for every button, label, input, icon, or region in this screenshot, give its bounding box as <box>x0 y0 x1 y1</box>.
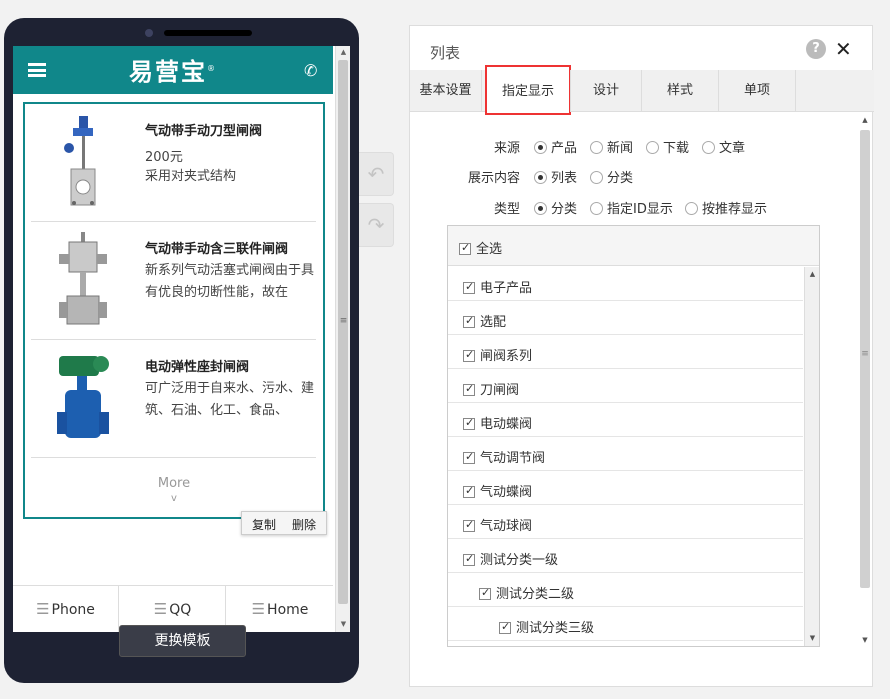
chevron-down-icon[interactable]: v <box>25 493 323 504</box>
close-icon[interactable]: ✕ <box>835 37 852 61</box>
scrollbar-thumb[interactable] <box>338 60 348 604</box>
radio-type-specified-id[interactable]: 指定ID显示 <box>590 198 673 217</box>
tab-design[interactable]: 设计 <box>570 70 642 112</box>
category-item[interactable]: 电子产品 <box>448 267 803 301</box>
category-header: 全选 <box>448 226 819 266</box>
tab-specified-display[interactable]: 指定显示 <box>485 65 571 115</box>
checkbox[interactable] <box>463 450 475 464</box>
delete-button[interactable]: 删除 <box>292 516 316 533</box>
radio-source-article[interactable]: 文章 <box>702 137 745 156</box>
category-item[interactable]: 测试分类二级 <box>448 573 803 607</box>
list-settings-dialog: 列表 ? ✕ 基本设置 指定显示 设计 样式 单项 来源 产品 新闻 下载 文章… <box>409 25 874 687</box>
category-item[interactable]: 测试分类一级 <box>448 539 803 573</box>
radio-source-product[interactable]: 产品 <box>534 137 577 156</box>
product-name[interactable]: 气动带手动含三联件闸阀 <box>145 238 288 257</box>
phone-call-icon[interactable]: ✆ <box>304 61 317 80</box>
checkbox[interactable] <box>463 416 475 430</box>
tab-basic-settings[interactable]: 基本设置 <box>410 70 482 112</box>
product-description: 新系列气动活塞式闸阀由于具有优良的切断性能，故在 <box>145 263 315 300</box>
product-description: 可广泛用于自来水、污水、建筑、石油、化工、食品、 <box>145 381 315 418</box>
copy-button[interactable]: 复制 <box>252 516 276 533</box>
product-item[interactable]: 气动带手动含三联件闸阀 新系列气动活塞式闸阀由于具有优良的切断性能，故在 <box>31 222 316 340</box>
more-link[interactable]: More <box>25 476 323 491</box>
scrollbar-thumb[interactable] <box>860 130 870 588</box>
scroll-up-arrow-icon[interactable]: ▲ <box>805 270 820 278</box>
category-item[interactable]: 选配 <box>448 301 803 335</box>
electric-gate-valve-image <box>57 356 109 438</box>
checkbox[interactable] <box>479 586 491 600</box>
category-scrollbar[interactable]: ▲ ▼ <box>804 267 819 646</box>
category-item[interactable]: 气动球阀 <box>448 505 803 539</box>
category-item[interactable]: 气动蝶阀 <box>448 471 803 505</box>
radio-content-category[interactable]: 分类 <box>590 167 633 186</box>
product-list-module[interactable]: 气动带手动刀型闸阀 200元 采用对夹式结构 气动带手动含三联件闸阀 新系列气动… <box>23 102 325 519</box>
product-name[interactable]: 电动弹性座封闸阀 <box>145 356 249 375</box>
category-item[interactable]: 电动蝶阀 <box>448 403 803 437</box>
grip-icon: ≡ <box>861 349 869 359</box>
dialog-title: 列表 <box>430 44 461 62</box>
app-logo: 易营宝® <box>129 58 217 86</box>
radio-source-download[interactable]: 下载 <box>646 137 689 156</box>
redo-icon: ↷ <box>367 213 385 237</box>
select-all-checkbox[interactable]: 全选 <box>459 238 502 257</box>
category-select-box: 全选 电子产品 选配 闸阀系列 刀闸阀 电动蝶阀 气动调节阀 气动蝶阀 气动球阀… <box>447 225 820 647</box>
radio-source-news[interactable]: 新闻 <box>590 137 633 156</box>
checkbox[interactable] <box>499 620 511 634</box>
scroll-up-arrow-icon[interactable]: ▲ <box>336 48 350 56</box>
category-item[interactable]: 刀闸阀 <box>448 369 803 403</box>
radio-content-list[interactable]: 列表 <box>534 167 577 186</box>
phone-preview: 易营宝® ✆ 气动带手动刀型闸阀 200元 采用对夹式结构 气动带手动含三联件闸… <box>4 18 359 683</box>
product-price: 200元 <box>145 150 183 165</box>
tab-style[interactable]: 样式 <box>642 70 719 112</box>
menu-lines-icon: ☰ <box>251 600 266 618</box>
settings-tabs: 基本设置 指定显示 设计 样式 单项 <box>410 65 874 115</box>
redo-button[interactable]: ↷ <box>359 203 394 247</box>
product-name[interactable]: 气动带手动刀型闸阀 <box>145 120 262 139</box>
category-item[interactable]: 测试分类三级 <box>448 607 803 641</box>
scroll-down-arrow-icon[interactable]: ▼ <box>336 620 350 628</box>
checkbox[interactable] <box>463 382 475 396</box>
checkbox[interactable] <box>463 314 475 328</box>
radio-type-recommended[interactable]: 按推荐显示 <box>685 198 767 217</box>
menu-lines-icon: ☰ <box>36 600 50 618</box>
undo-button[interactable]: ↶ <box>359 152 394 196</box>
category-item[interactable]: 闸阀系列 <box>448 335 803 369</box>
menu-lines-icon: ☰ <box>153 600 168 618</box>
checkbox[interactable] <box>463 484 475 498</box>
product-item[interactable]: 电动弹性座封闸阀 可广泛用于自来水、污水、建筑、石油、化工、食品、 <box>31 340 316 458</box>
type-label: 类型 <box>493 202 520 217</box>
product-description: 采用对夹式结构 <box>145 169 237 184</box>
phone-screen: 易营宝® ✆ 气动带手动刀型闸阀 200元 采用对夹式结构 气动带手动含三联件闸… <box>13 46 350 632</box>
display-content-label: 展示内容 <box>467 171 520 186</box>
help-icon[interactable]: ? <box>806 39 826 59</box>
category-item[interactable]: 气动调节阀 <box>448 437 803 471</box>
knife-gate-valve-image <box>64 116 96 206</box>
checkbox[interactable] <box>463 518 475 532</box>
source-label: 来源 <box>493 141 520 156</box>
undo-icon: ↶ <box>367 162 385 186</box>
scroll-up-arrow-icon[interactable]: ▲ <box>857 116 873 124</box>
checkbox[interactable] <box>463 552 475 566</box>
scroll-down-arrow-icon[interactable]: ▼ <box>857 636 873 644</box>
app-header: 易营宝® ✆ <box>13 46 333 94</box>
product-item[interactable]: 气动带手动刀型闸阀 200元 采用对夹式结构 <box>31 104 316 222</box>
phone-speaker <box>164 30 252 36</box>
nav-phone-button[interactable]: ☰ Phone <box>13 586 119 632</box>
checkbox[interactable] <box>463 348 475 362</box>
radio-type-category[interactable]: 分类 <box>534 198 577 217</box>
pneumatic-gate-valve-image <box>59 232 107 325</box>
scroll-down-arrow-icon[interactable]: ▼ <box>805 634 820 642</box>
tab-single-item[interactable]: 单项 <box>719 70 796 112</box>
change-template-button[interactable]: 更换模板 <box>119 625 246 657</box>
phone-scrollbar[interactable]: ▲ ≡ ▼ <box>335 46 350 632</box>
module-action-bar: 复制 删除 <box>241 511 327 535</box>
grip-icon: ≡ <box>339 316 348 326</box>
phone-camera <box>145 29 153 37</box>
checkbox[interactable] <box>463 280 475 294</box>
dialog-scrollbar[interactable]: ▲ ≡ ▼ <box>857 112 873 648</box>
